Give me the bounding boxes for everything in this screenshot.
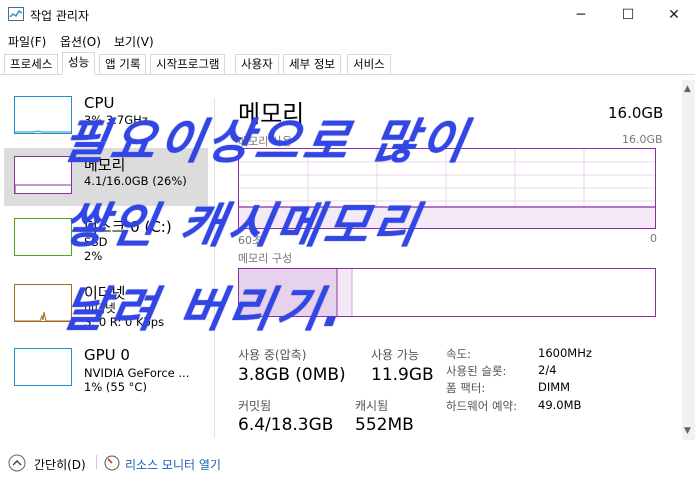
menu-view[interactable]: 보기(V): [114, 33, 154, 50]
scroll-down-icon[interactable]: ▼: [684, 426, 691, 436]
tab-performance[interactable]: 성능: [62, 52, 96, 75]
open-resource-monitor-link[interactable]: 리소스 모니터 열기: [125, 456, 221, 473]
spec-slots-label: 사용된 슬롯:: [446, 364, 507, 378]
window-title: 작업 관리자: [30, 9, 90, 23]
chevron-up-icon[interactable]: [8, 454, 26, 472]
spec-hw-reserved-value: 49.0MB: [538, 398, 582, 412]
spec-speed-label: 속도:: [446, 347, 472, 361]
scroll-up-icon[interactable]: ▲: [684, 84, 691, 94]
available-label: 사용 가능: [371, 348, 419, 362]
available-value: 11.9GB: [371, 365, 434, 385]
spec-form-factor-value: DIMM: [538, 380, 571, 394]
spec-hw-reserved-label: 하드웨어 예약:: [446, 399, 518, 413]
sidebar-item-detail-2: 1% (55 °C): [84, 380, 147, 394]
spec-slots-value: 2/4: [538, 363, 557, 377]
in-use-value: 3.8GB (0MB): [238, 365, 346, 385]
tab-app-history[interactable]: 앱 기록: [99, 54, 147, 74]
usage-graph-max: 16.0GB: [622, 133, 663, 146]
close-button[interactable]: ✕: [651, 0, 695, 30]
tab-startup[interactable]: 시작프로그램: [150, 54, 226, 74]
menu-bar: [0, 30, 695, 50]
maximize-button[interactable]: ☐: [605, 0, 651, 30]
cached-value: 552MB: [355, 415, 414, 435]
spec-form-factor-label: 폼 팩터:: [446, 381, 486, 395]
in-use-label: 사용 중(압축): [238, 348, 307, 362]
menu-options[interactable]: 옵션(O): [60, 33, 101, 50]
overlay-caption-line-2: 쌓인 캐시메모리: [58, 198, 426, 254]
minimize-button[interactable]: ─: [558, 0, 604, 30]
menu-file[interactable]: 파일(F): [8, 33, 46, 50]
spec-speed-value: 1600MHz: [538, 346, 592, 360]
tab-details[interactable]: 세부 정보: [283, 54, 341, 74]
overlay-caption-line-3: 날려 버리기.: [58, 282, 352, 338]
tab-processes[interactable]: 프로세스: [4, 54, 59, 74]
overlay-caption-line-1: 필요이상으로 많이: [58, 114, 475, 170]
sidebar-item-label: GPU 0: [84, 346, 130, 364]
fewer-details-button[interactable]: 간단히(D): [34, 456, 86, 473]
cached-label: 캐시됨: [355, 399, 389, 413]
resource-monitor-icon: [104, 455, 120, 471]
tab-services[interactable]: 서비스: [347, 54, 391, 74]
committed-label: 커밋됨: [238, 399, 272, 413]
gpu-thumbnail-graph: [14, 348, 72, 386]
cpu-thumbnail-graph: [14, 96, 72, 134]
committed-value: 6.4/18.3GB: [238, 415, 334, 435]
task-manager-icon: [8, 7, 24, 21]
usage-graph-zero: 0: [650, 232, 657, 245]
vertical-scrollbar[interactable]: [682, 80, 695, 440]
tab-users[interactable]: 사용자: [235, 54, 279, 74]
sidebar-item-detail: NVIDIA GeForce ...: [84, 366, 190, 380]
footer-divider: [96, 455, 97, 469]
memory-total: 16.0GB: [608, 104, 664, 122]
